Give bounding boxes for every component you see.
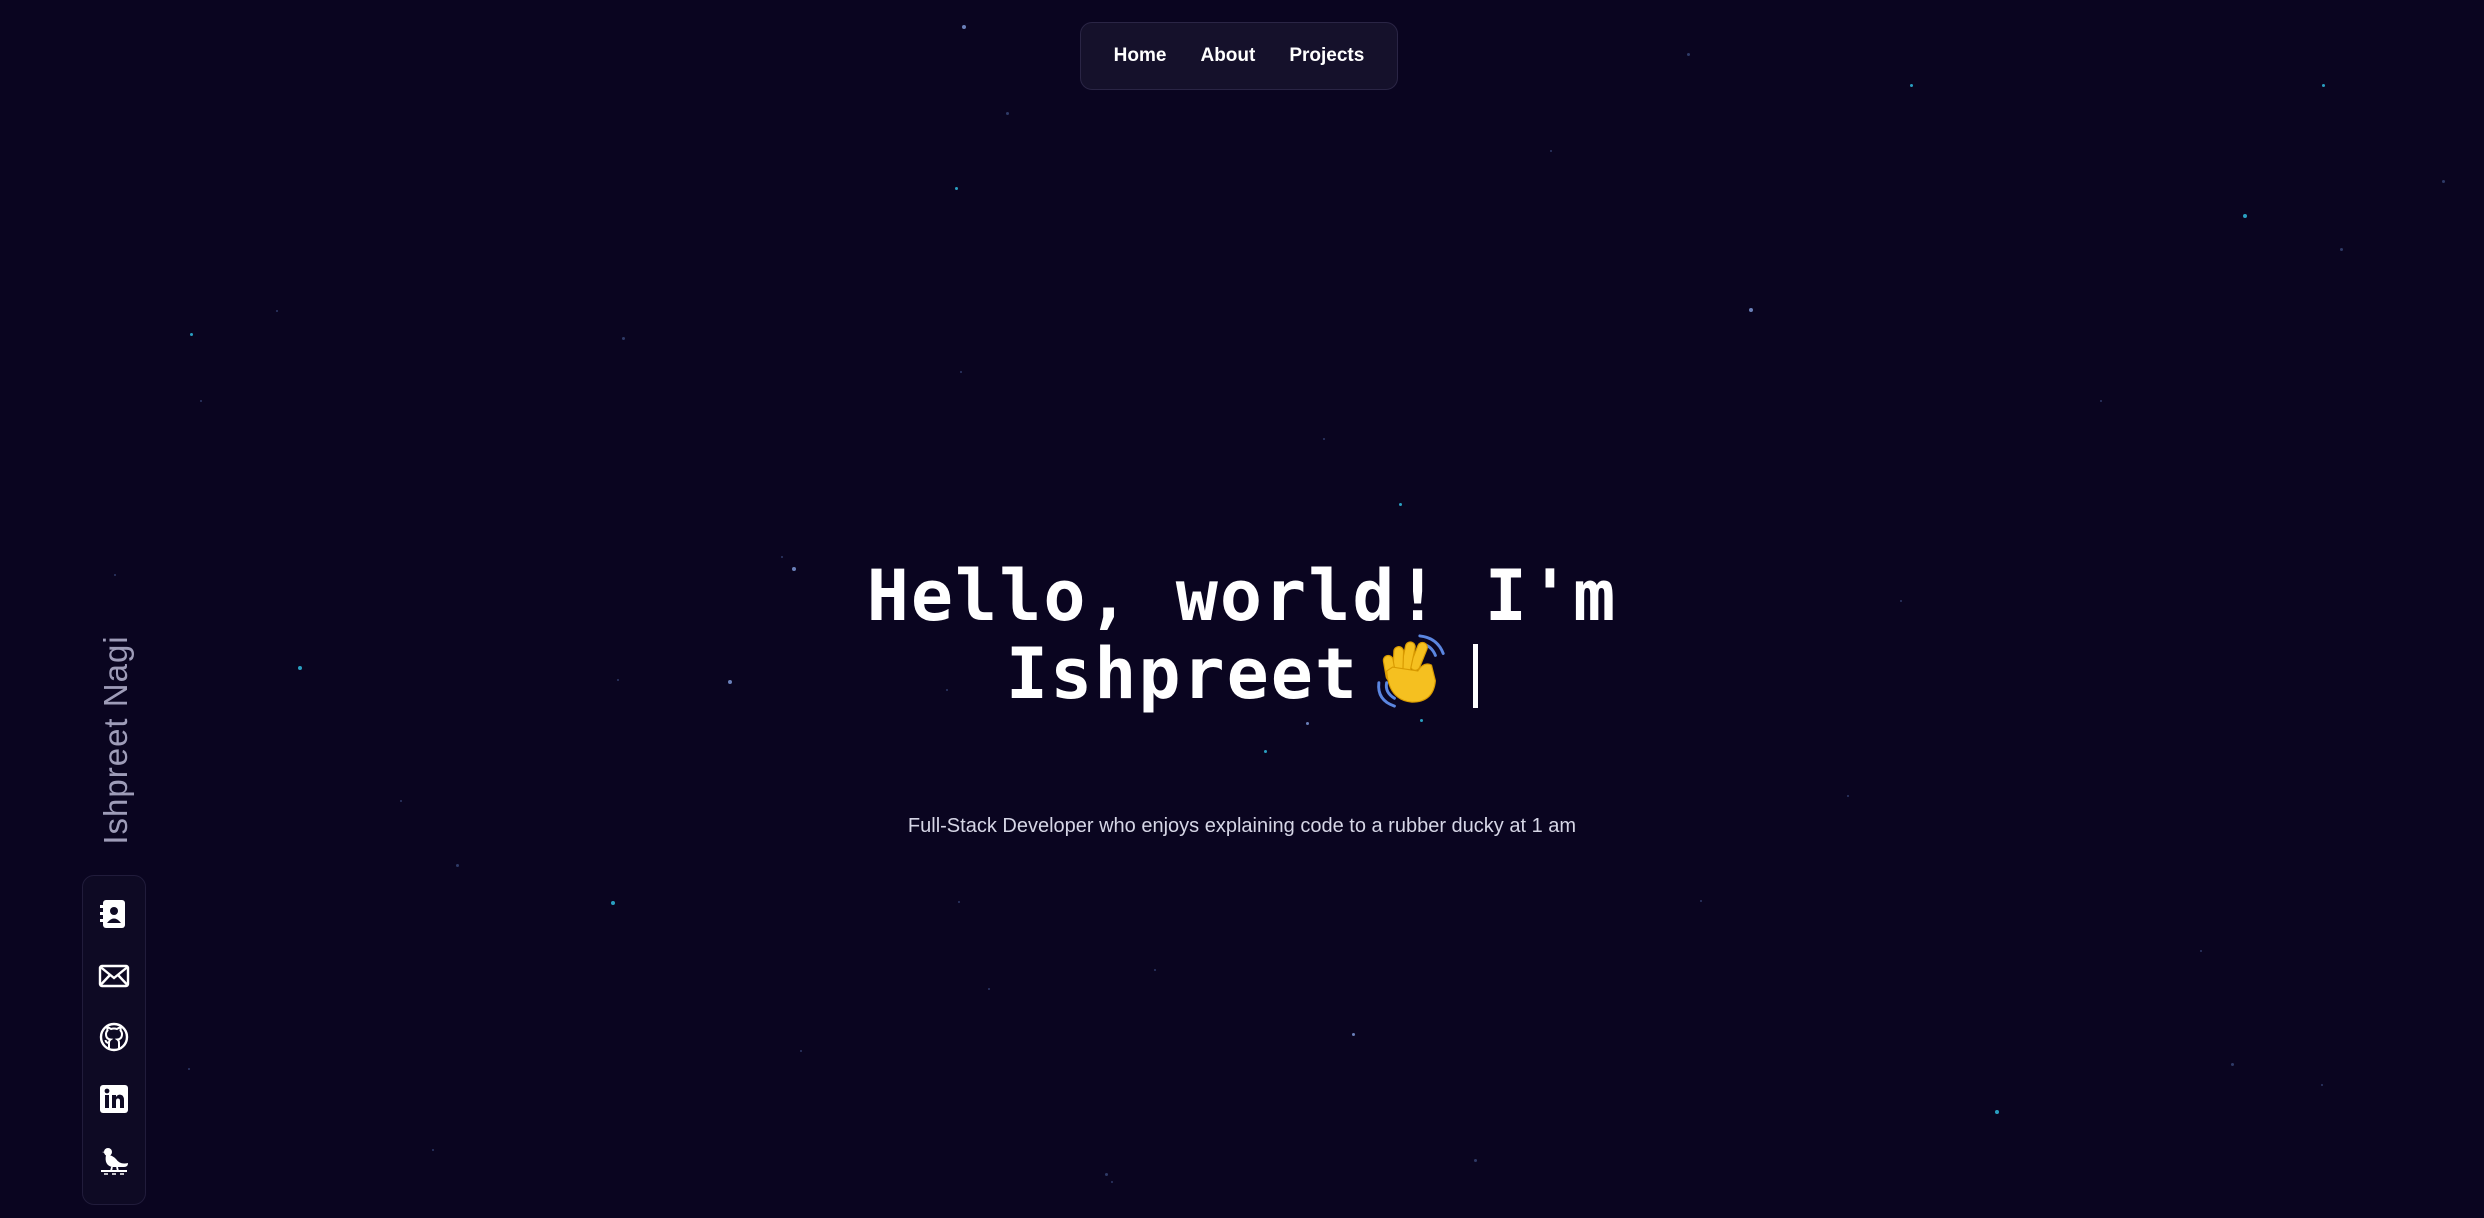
star <box>2442 180 2445 183</box>
star <box>988 988 990 990</box>
star <box>2100 400 2102 402</box>
hero-subtitle: Full-Stack Developer who enjoys explaini… <box>907 815 1577 837</box>
linkedin-button[interactable] <box>94 1082 134 1122</box>
star <box>800 1050 802 1052</box>
star <box>1264 750 1267 753</box>
star <box>276 310 278 312</box>
hero-page: Home About Projects Hello, world! I'm Is… <box>0 0 2484 1218</box>
hero-heading: Hello, world! I'm Ishpreet <box>0 560 2484 710</box>
star <box>432 1149 434 1151</box>
star <box>1847 795 1849 797</box>
bird-icon <box>98 1145 130 1182</box>
hero-heading-line-1: Hello, world! I'm <box>866 555 1618 637</box>
star <box>1995 1110 1999 1114</box>
star <box>2243 214 2247 218</box>
star <box>2231 1063 2234 1066</box>
star <box>1910 84 1913 87</box>
mail-icon <box>98 960 130 997</box>
waving-hand-icon <box>1373 632 1451 710</box>
star <box>1420 719 1423 722</box>
github-button[interactable] <box>94 1020 134 1060</box>
star <box>190 333 193 336</box>
star <box>960 371 962 373</box>
star <box>2200 950 2202 952</box>
star <box>955 187 958 190</box>
typing-cursor <box>1473 644 1479 708</box>
star <box>2322 84 2325 87</box>
linkedin-icon <box>98 1083 130 1120</box>
star <box>2340 248 2343 251</box>
star <box>962 25 966 29</box>
bird-button[interactable] <box>94 1143 134 1183</box>
contact-card-icon <box>98 898 130 935</box>
vertical-name-label: Ishpreet Nagi <box>97 635 134 845</box>
nav-projects-link[interactable]: Projects <box>1289 45 1364 67</box>
star <box>456 864 459 867</box>
top-navigation: Home About Projects <box>1080 22 1398 90</box>
hero-heading-line-2: Ishpreet <box>0 632 2484 710</box>
email-button[interactable] <box>94 958 134 998</box>
hero-name: Ishpreet <box>1005 633 1360 715</box>
star <box>1323 438 1325 440</box>
star <box>1749 308 1753 312</box>
star <box>2321 1084 2323 1086</box>
star <box>958 901 960 903</box>
star <box>622 337 625 340</box>
star <box>1550 150 1552 152</box>
star <box>1687 53 1690 56</box>
star <box>188 1068 190 1070</box>
social-sidebar <box>82 875 146 1205</box>
nav-home-link[interactable]: Home <box>1114 45 1167 67</box>
star <box>400 800 402 802</box>
contact-card-button[interactable] <box>94 897 134 937</box>
star <box>781 556 783 558</box>
star <box>1006 112 1009 115</box>
star <box>1352 1033 1355 1036</box>
star <box>611 901 615 905</box>
star <box>1474 1159 1477 1162</box>
star <box>1154 969 1156 971</box>
nav-about-link[interactable]: About <box>1200 45 1255 67</box>
star <box>1105 1173 1108 1176</box>
star <box>1700 900 1702 902</box>
github-icon <box>98 1021 130 1058</box>
star <box>1306 722 1309 725</box>
star <box>200 400 202 402</box>
star <box>1111 1181 1113 1183</box>
star <box>1399 503 1402 506</box>
